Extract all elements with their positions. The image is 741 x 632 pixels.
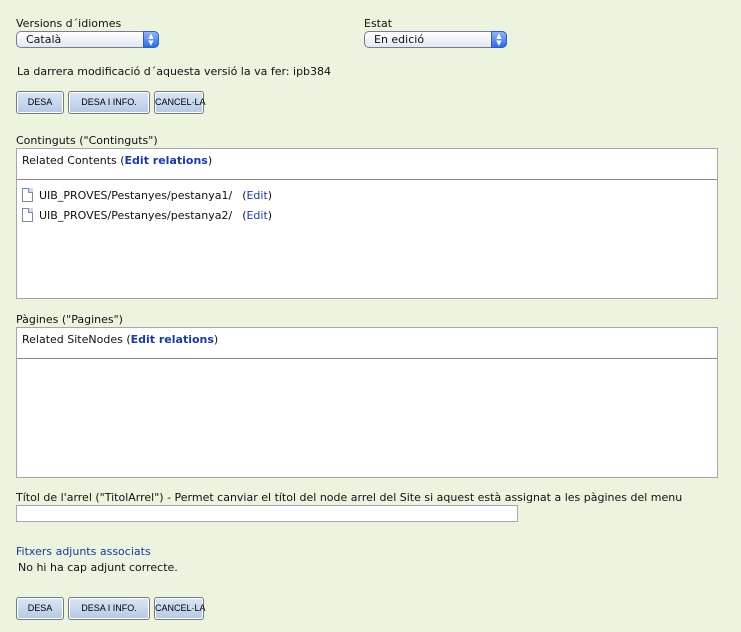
save-info-button[interactable]: DESA I INFO. (68, 91, 150, 114)
attachments-link[interactable]: Fitxers adjunts associats (16, 545, 151, 558)
related-sitenodes-title: Related SiteNodes ( (22, 333, 131, 346)
related-sitenodes-panel: Related SiteNodes (Edit relations) (16, 327, 718, 478)
contents-edit-relations-link[interactable]: Edit relations (125, 154, 208, 167)
status-label: Estat (364, 17, 393, 30)
document-icon (22, 208, 33, 222)
related-sitenodes-title-suffix: ) (213, 333, 219, 346)
content-item-edit-link[interactable]: Edit (246, 209, 267, 222)
last-modified-text: La darrera modificació d´aquesta versió … (17, 65, 332, 78)
save-button-bottom[interactable]: DESA (16, 597, 64, 620)
related-contents-title-suffix: ) (207, 154, 213, 167)
related-sitenodes-header: Related SiteNodes (Edit relations) (17, 328, 717, 359)
versions-label: Versions d´idiomes (16, 17, 122, 30)
root-title-label: Títol de l'arrel ("TitolArrel") - Permet… (16, 491, 683, 504)
related-contents-panel: Related Contents (Edit relations) UIB_PR… (16, 148, 718, 299)
document-icon (22, 188, 33, 202)
language-version-select[interactable]: Català ▲ ▼ (16, 31, 159, 48)
attachments-message: No hi ha cap adjunt correcte. (18, 561, 178, 574)
save-button[interactable]: DESA (16, 91, 64, 114)
status-value: En edició (374, 33, 425, 46)
related-contents-header: Related Contents (Edit relations) (17, 149, 717, 180)
pages-label: Pàgines ("Pagines") (16, 313, 123, 326)
content-item-edit-link[interactable]: Edit (246, 189, 267, 202)
root-title-input[interactable] (16, 505, 518, 522)
content-item: UIB_PROVES/Pestanyes/pestanya2/ (Edit) (22, 207, 272, 223)
save-info-button-bottom[interactable]: DESA I INFO. (68, 597, 150, 620)
select-arrows-icon: ▲ ▼ (491, 31, 507, 48)
related-contents-title: Related Contents ( (22, 154, 125, 167)
cancel-button[interactable]: CANCEL·LA (154, 91, 206, 114)
content-item: UIB_PROVES/Pestanyes/pestanya1/ (Edit) (22, 187, 272, 203)
content-item-path: UIB_PROVES/Pestanyes/pestanya1/ (39, 188, 233, 202)
select-arrows-icon: ▲ ▼ (143, 31, 159, 48)
status-select[interactable]: En edició ▲ ▼ (364, 31, 507, 48)
pages-edit-relations-link[interactable]: Edit relations (131, 333, 214, 346)
cancel-button-bottom[interactable]: CANCEL·LA (154, 597, 206, 620)
language-version-value: Català (26, 33, 62, 46)
contents-label: Continguts ("Continguts") (16, 134, 158, 147)
content-item-path: UIB_PROVES/Pestanyes/pestanya2/ (39, 208, 233, 222)
